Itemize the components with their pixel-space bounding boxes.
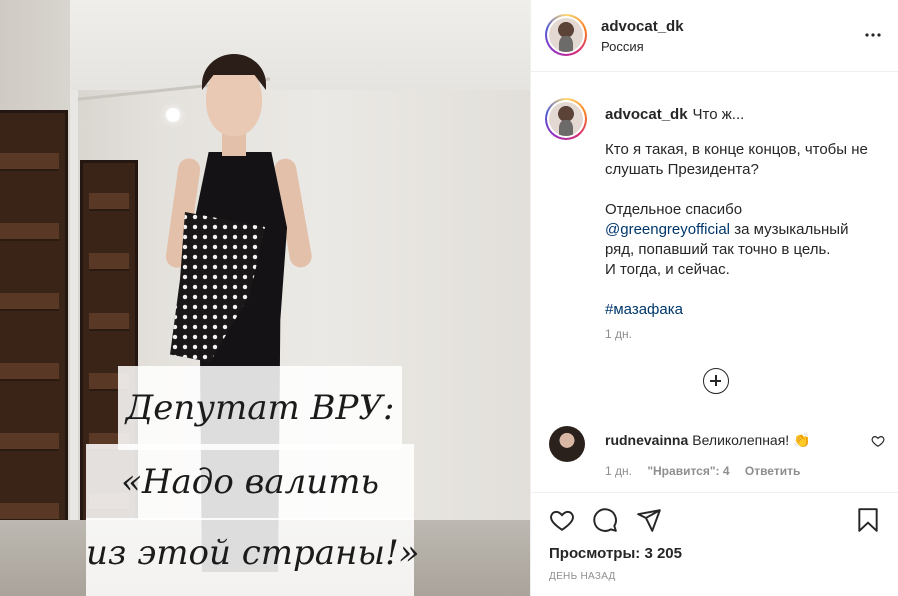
views-label: Просмотры:	[549, 545, 641, 562]
reply-button[interactable]: Ответить	[745, 464, 800, 478]
author-username[interactable]: advocat_dk	[601, 18, 684, 35]
caption-username[interactable]: advocat_dk	[605, 106, 688, 123]
comment-text: Великолепная! 👏	[692, 432, 811, 448]
comment-heart-icon[interactable]	[871, 434, 885, 448]
caption-body: Кто я такая, в конце концов, чтобы не сл…	[605, 140, 875, 340]
bookmark-icon[interactable]	[855, 507, 881, 533]
video-caption-line-1: Депутат ВРУ:	[118, 366, 402, 450]
caption-thanks: Отдельное спасибо	[605, 201, 743, 218]
post-location[interactable]: Россия	[601, 39, 644, 54]
caption-age[interactable]: 1 дн.	[605, 327, 632, 341]
views-value: 3 205	[644, 545, 682, 562]
commenter-username[interactable]: rudnevainna	[605, 432, 688, 448]
heart-icon[interactable]	[549, 507, 575, 533]
caption-author-avatar[interactable]	[545, 98, 587, 140]
video-caption-line-3: из этой страны!»	[86, 518, 420, 596]
caption-paragraph-2: Отдельное спасибо @greengreyofficial за …	[605, 200, 875, 280]
comment-line: rudnevainna Великолепная! 👏	[605, 432, 811, 449]
plus-circle-icon[interactable]	[703, 368, 729, 394]
comment-meta: 1 дн. "Нравится": 4 Ответить	[605, 464, 812, 478]
comment-item: rudnevainna Великолепная! 👏 1 дн. "Нравит…	[545, 426, 885, 486]
video-caption-line-2: «Надо валить	[86, 444, 414, 520]
hashtag-link[interactable]: #мазафака	[605, 301, 683, 318]
author-avatar[interactable]	[545, 14, 587, 56]
caption-thanks-end: И тогда, и сейчас.	[605, 261, 730, 278]
caption-lead: Что ж...	[692, 106, 745, 123]
post-video[interactable]: Депутат ВРУ: «Надо валить из этой страны…	[0, 0, 530, 596]
comment-likes[interactable]: "Нравится": 4	[647, 464, 729, 478]
post-date[interactable]: ДЕНЬ НАЗАД	[549, 571, 616, 582]
commenter-avatar[interactable]	[549, 426, 585, 462]
post-panel: advocat_dk Россия advocat_dk Что ж... Кто…	[530, 0, 898, 596]
comment-age[interactable]: 1 дн.	[605, 464, 632, 478]
caption-paragraph-1: Кто я такая, в конце концов, чтобы не сл…	[605, 141, 868, 178]
action-bar: Просмотры: 3 205 ДЕНЬ НАЗАД	[531, 492, 898, 596]
comment-icon[interactable]	[592, 507, 618, 533]
caption-header: advocat_dk Что ж...	[605, 106, 744, 123]
views-count[interactable]: Просмотры: 3 205	[549, 545, 682, 562]
share-icon[interactable]	[636, 507, 662, 533]
more-horizontal-icon[interactable]	[865, 27, 881, 43]
mention-link[interactable]: @greengreyofficial	[605, 221, 730, 238]
post-header: advocat_dk Россия	[531, 0, 898, 72]
